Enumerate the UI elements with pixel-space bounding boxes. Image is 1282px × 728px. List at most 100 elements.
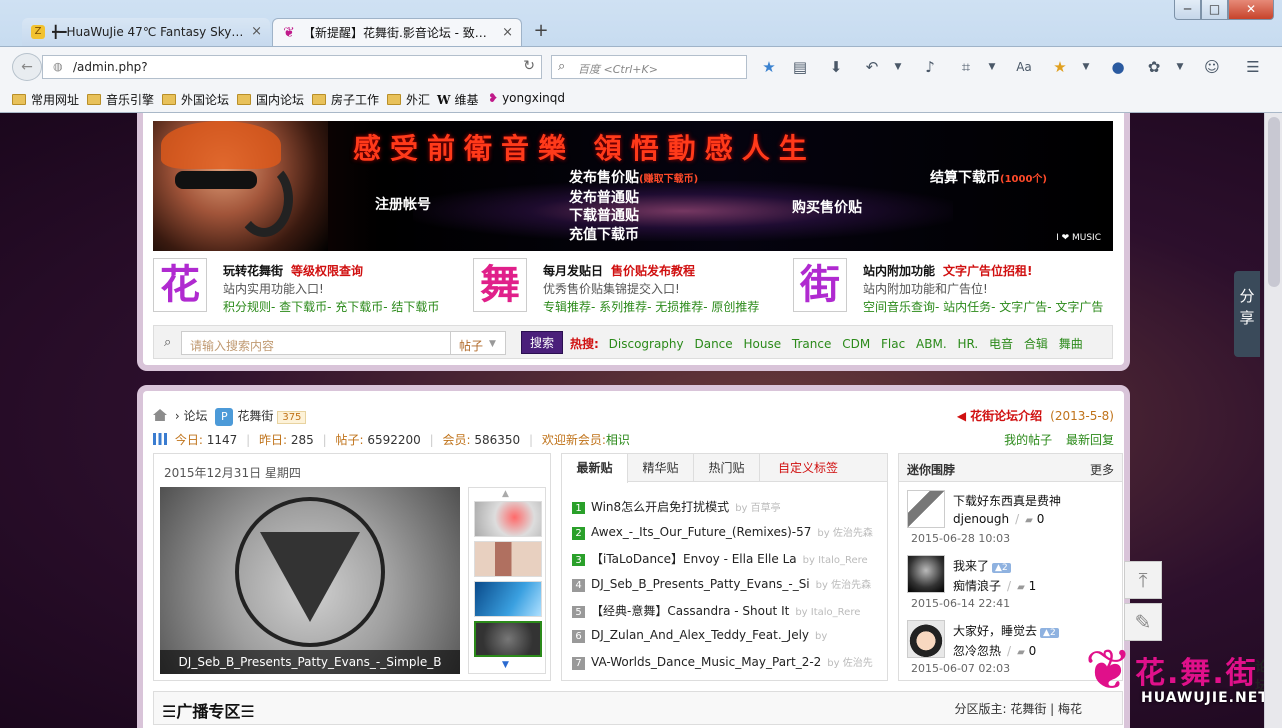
maximize-button[interactable]: □ bbox=[1201, 0, 1228, 20]
chevron-down-icon[interactable]: ▼ bbox=[502, 660, 509, 670]
section-title[interactable]: ☰广播专区☰ bbox=[162, 698, 255, 722]
username[interactable]: 痴情浪子 bbox=[953, 579, 1001, 593]
scrollbar-thumb[interactable] bbox=[1268, 117, 1280, 287]
hot-tag[interactable]: Trance bbox=[792, 337, 831, 351]
breadcrumb-board[interactable]: 花舞街 bbox=[237, 409, 273, 423]
extension-icon[interactable]: ✿ bbox=[1144, 57, 1164, 77]
recharge-link[interactable]: 充值下载币 bbox=[569, 224, 639, 244]
forum-intro-link[interactable]: 花街论坛介绍 bbox=[970, 409, 1042, 423]
my-posts-link[interactable]: 我的帖子 bbox=[1004, 433, 1052, 447]
list-item[interactable]: 6 DJ_Zulan_And_Alex_Teddy_Feat._Jely by bbox=[572, 628, 880, 644]
reading-list-icon[interactable]: ▤ bbox=[790, 57, 810, 77]
bookmark-folder[interactable]: 外国论坛 bbox=[162, 91, 229, 108]
bookmark-folder[interactable]: 房子工作 bbox=[312, 91, 379, 108]
latest-reply-link[interactable]: 最新回复 bbox=[1066, 433, 1114, 447]
hot-tag[interactable]: 合辑 bbox=[1024, 337, 1048, 351]
minimize-button[interactable]: ─ bbox=[1174, 0, 1201, 20]
media-play-icon[interactable]: ● bbox=[1108, 57, 1128, 77]
promo-links[interactable]: 空间音乐查询- 站内任务- 文字广告- 文字广告 bbox=[863, 298, 1103, 315]
bookmark-folder[interactable]: 常用网址 bbox=[12, 91, 79, 108]
hot-tag[interactable]: Dance bbox=[694, 337, 732, 351]
breadcrumb-forum[interactable]: 论坛 bbox=[183, 409, 207, 423]
avatar[interactable] bbox=[907, 620, 945, 658]
hot-tag[interactable]: CDM bbox=[842, 337, 870, 351]
search-button[interactable]: 搜索 bbox=[521, 331, 563, 354]
bookmark-yongxinqd[interactable]: ❥ yongxinqd bbox=[488, 91, 565, 105]
buy-sell-link[interactable]: 购买售价贴 bbox=[792, 197, 862, 217]
site-search-input[interactable]: 请输入搜索内容 bbox=[181, 331, 451, 355]
username[interactable]: djenough bbox=[953, 512, 1009, 526]
moderator-links[interactable]: 花舞街 | 梅花 bbox=[1010, 702, 1082, 716]
chevron-down-icon[interactable]: ▼ bbox=[888, 57, 908, 77]
chevron-up-icon[interactable]: ▲ bbox=[502, 489, 509, 499]
home-icon[interactable] bbox=[153, 409, 167, 421]
promo-title[interactable]: 玩转花舞街 bbox=[223, 264, 283, 278]
share-button[interactable]: 分享 bbox=[1234, 271, 1260, 357]
back-button[interactable]: ← bbox=[12, 53, 42, 81]
download-icon[interactable]: ⬇ bbox=[826, 57, 846, 77]
list-item[interactable]: 7 VA-Worlds_Dance_Music_May_Part_2-2 by 佐治… bbox=[572, 654, 880, 670]
search-bar[interactable]: ⌕ 百度 <Ctrl+K> bbox=[551, 55, 747, 79]
thumbnail[interactable] bbox=[474, 501, 542, 537]
promo-highlight-link[interactable]: 等级权限查询 bbox=[291, 264, 363, 278]
crop-icon[interactable]: ⌗ bbox=[956, 57, 976, 77]
hot-tag[interactable]: 舞曲 bbox=[1059, 337, 1083, 351]
list-item[interactable]: 3 【iTaLoDance】Envoy - Ella Elle La by Ital… bbox=[572, 550, 880, 566]
address-bar[interactable]: ◍ /admin.php? ↻ bbox=[42, 55, 542, 79]
bookmark-folder[interactable]: 国内论坛 bbox=[237, 91, 304, 108]
hot-tag[interactable]: Flac bbox=[881, 337, 905, 351]
menu-icon[interactable]: ☰ bbox=[1243, 57, 1263, 77]
undo-icon[interactable]: ↶ bbox=[862, 57, 882, 77]
close-window-button[interactable]: ✕ bbox=[1228, 0, 1274, 20]
avatar[interactable] bbox=[907, 490, 945, 528]
list-item[interactable]: 2 Awex_-_Its_Our_Future_(Remixes)-57 by 佐治… bbox=[572, 524, 880, 540]
chevron-down-icon[interactable]: ▼ bbox=[1076, 57, 1096, 77]
register-link[interactable]: 注册帐号 bbox=[375, 194, 431, 214]
browser-tab-huawujie-sky[interactable]: Z ╋━HuaWuJie 47℃ Fantasy Sky… × bbox=[22, 18, 270, 46]
thumbnail[interactable] bbox=[474, 541, 542, 577]
search-type-select[interactable]: 帖子 ▼ bbox=[451, 331, 506, 355]
hot-tag[interactable]: Discography bbox=[609, 337, 684, 351]
username[interactable]: 忽冷忽热 bbox=[953, 644, 1001, 658]
hot-tag[interactable]: HR. bbox=[957, 337, 978, 351]
tab-hot[interactable]: 热门贴 bbox=[694, 454, 760, 482]
site-banner[interactable]: 感受前衛音樂 領悟動感人生 注册帐号 发布售价贴(赚取下载币) 发布普通贴 下载… bbox=[153, 121, 1113, 251]
post-sell-link[interactable]: 发布售价贴(赚取下载币) bbox=[569, 167, 698, 187]
promo-title[interactable]: 站内附加功能 bbox=[863, 264, 935, 278]
thumbnail[interactable] bbox=[474, 581, 542, 617]
tab-custom-tags[interactable]: 自定义标签 bbox=[760, 454, 856, 482]
new-member-link[interactable]: 相识 bbox=[606, 433, 630, 447]
close-icon[interactable]: × bbox=[251, 18, 262, 46]
favorites-star-icon[interactable]: ★ bbox=[1050, 57, 1070, 77]
tab-featured[interactable]: 精华贴 bbox=[628, 454, 694, 482]
promo-links[interactable]: 专辑推荐- 系列推荐- 无损推荐- 原创推荐 bbox=[543, 298, 759, 315]
edit-icon[interactable]: ✎ bbox=[1124, 603, 1162, 641]
reload-icon[interactable]: ↻ bbox=[523, 58, 535, 74]
promo-highlight-link[interactable]: 文字广告位招租! bbox=[943, 264, 1032, 278]
close-icon[interactable]: × bbox=[502, 19, 513, 46]
settle-link[interactable]: 结算下载币(1000个) bbox=[930, 167, 1047, 187]
back-to-top-icon[interactable]: ⤒ bbox=[1124, 561, 1162, 599]
avatar[interactable] bbox=[907, 555, 945, 593]
promo-highlight-link[interactable]: 售价贴发布教程 bbox=[611, 264, 695, 278]
chevron-down-icon[interactable]: ▼ bbox=[1170, 57, 1190, 77]
new-tab-button[interactable]: + bbox=[530, 20, 552, 42]
post-normal-link[interactable]: 发布普通贴 bbox=[569, 187, 639, 207]
page-scrollbar[interactable] bbox=[1264, 113, 1282, 728]
chevron-down-icon[interactable]: ▼ bbox=[982, 57, 1002, 77]
list-item[interactable]: 5 【经典-意舞】Cassandra - Shout It by Italo_Rer… bbox=[572, 602, 880, 618]
chat-icon[interactable]: ☺ bbox=[1202, 57, 1222, 77]
promo-title[interactable]: 每月发贴日 bbox=[543, 264, 603, 278]
promo-links[interactable]: 积分规则- 查下载币- 充下载币- 结下载币 bbox=[223, 298, 439, 315]
thumbnail-active[interactable] bbox=[474, 621, 542, 657]
bookmark-folder[interactable]: 音乐引擎 bbox=[87, 91, 154, 108]
more-link[interactable]: 更多 bbox=[1090, 461, 1114, 478]
bookmark-star-icon[interactable]: ★ bbox=[759, 57, 779, 77]
tab-latest[interactable]: 最新贴 bbox=[562, 454, 628, 483]
bookmark-wiki[interactable]: W 维基 bbox=[437, 91, 479, 108]
bookmark-folder[interactable]: 外汇 bbox=[387, 91, 430, 108]
speaker-icon[interactable]: ♪ bbox=[920, 57, 940, 77]
hot-tag[interactable]: House bbox=[743, 337, 781, 351]
download-normal-link[interactable]: 下载普通贴 bbox=[569, 205, 639, 225]
list-item[interactable]: 4 DJ_Seb_B_Presents_Patty_Evans_-_Si by 佐治… bbox=[572, 576, 880, 592]
